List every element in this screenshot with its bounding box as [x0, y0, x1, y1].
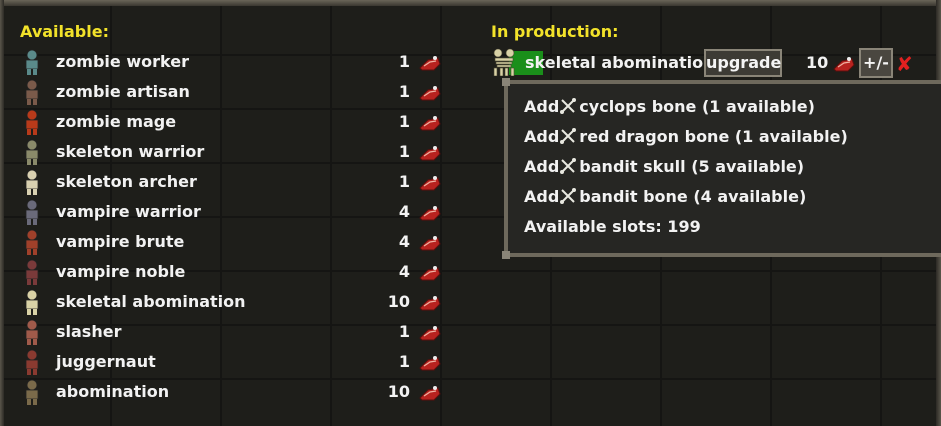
unit-name: zombie worker	[56, 52, 189, 71]
add-prefix: Add	[524, 97, 560, 116]
meat-icon	[419, 56, 441, 71]
add-prefix: Add	[524, 157, 560, 176]
zombie-worker-icon	[25, 49, 39, 75]
unit-cost: 10	[387, 292, 410, 311]
unit-name: vampire warrior	[56, 202, 201, 221]
skeleton-archer-icon	[25, 169, 39, 195]
unit-row[interactable]: skeleton warrior 1	[18, 138, 448, 166]
unit-cost: 1	[398, 322, 410, 341]
unit-cost: 1	[398, 142, 410, 161]
meat-icon	[419, 326, 441, 341]
juggernaut-icon	[25, 349, 39, 375]
meat-icon	[419, 176, 441, 191]
part-label: bandit bone (4 available)	[579, 187, 807, 206]
bone-icon	[560, 158, 577, 174]
meat-icon	[419, 86, 441, 101]
unit-row[interactable]: slasher 1	[18, 318, 448, 346]
vampire-brute-icon	[25, 229, 39, 255]
unit-row[interactable]: zombie mage 1	[18, 108, 448, 136]
remove-icon[interactable]: ✘	[896, 54, 914, 74]
upgrade-popup: Add cyclops bone (1 available) Add red drag…	[502, 78, 941, 259]
available-slots-label: Available slots: 199	[524, 217, 701, 236]
bone-icon	[560, 98, 577, 114]
unit-name: abomination	[56, 382, 170, 401]
production-heading: In production:	[491, 22, 619, 41]
unit-name: skeleton archer	[56, 172, 197, 191]
vampire-warrior-icon	[25, 199, 39, 225]
unit-cost: 1	[398, 112, 410, 131]
unit-name: vampire noble	[56, 262, 186, 281]
skeletal-abomination-icon	[25, 289, 39, 315]
unit-name: zombie artisan	[56, 82, 190, 101]
unit-name: juggernaut	[56, 352, 156, 371]
part-label: cyclops bone (1 available)	[579, 97, 815, 116]
meat-icon	[419, 386, 441, 401]
skeletal-abomination-icon	[493, 48, 515, 76]
meat-icon	[419, 356, 441, 371]
unit-name: slasher	[56, 322, 122, 341]
unit-cost: 4	[398, 202, 410, 221]
zombie-mage-icon	[25, 109, 39, 135]
add-part-option[interactable]: Add bandit bone (4 available)	[524, 187, 806, 206]
meat-icon	[419, 146, 441, 161]
unit-name: vampire brute	[56, 232, 185, 251]
skeleton-warrior-icon	[25, 139, 39, 165]
popup-corner	[502, 78, 510, 86]
meat-icon	[419, 266, 441, 281]
unit-row[interactable]: abomination 10	[18, 378, 448, 406]
meat-icon	[419, 236, 441, 251]
unit-row[interactable]: juggernaut 1	[18, 348, 448, 376]
meat-icon	[833, 57, 855, 72]
popup-corner	[502, 251, 510, 259]
unit-cost: 4	[398, 232, 410, 251]
add-prefix: Add	[524, 127, 560, 146]
bone-icon	[560, 128, 577, 144]
zombie-artisan-icon	[25, 79, 39, 105]
unit-cost: 1	[398, 82, 410, 101]
meat-icon	[419, 206, 441, 221]
slasher-icon	[25, 319, 39, 345]
unit-row[interactable]: vampire warrior 4	[18, 198, 448, 226]
meat-icon	[419, 116, 441, 131]
vampire-noble-icon	[25, 259, 39, 285]
abomination-icon	[25, 379, 39, 405]
unit-name: zombie mage	[56, 112, 177, 131]
add-part-option[interactable]: Add red dragon bone (1 available)	[524, 127, 848, 146]
part-label: bandit skull (5 available)	[579, 157, 805, 176]
unit-cost: 4	[398, 262, 410, 281]
window-frame-top	[0, 0, 941, 6]
adjust-quantity-button[interactable]: +/-	[859, 48, 893, 78]
window-frame-left	[0, 0, 4, 426]
unit-row[interactable]: skeletal abomination 10	[18, 288, 448, 316]
unit-name: skeleton warrior	[56, 142, 205, 161]
unit-row[interactable]: skeleton archer 1	[18, 168, 448, 196]
unit-cost: 1	[398, 52, 410, 71]
production-item: skeletal abomination upgrade 10 +/- ✘	[489, 48, 929, 78]
production-unit-name: skeletal abomination	[525, 53, 715, 72]
bone-icon	[560, 188, 577, 204]
unit-cost: 1	[398, 352, 410, 371]
unit-name: skeletal abomination	[56, 292, 246, 311]
unit-cost: 1	[398, 172, 410, 191]
upgrade-button[interactable]: upgrade	[704, 49, 782, 77]
unit-cost: 10	[387, 382, 410, 401]
unit-row[interactable]: vampire noble 4	[18, 258, 448, 286]
add-part-option[interactable]: Add bandit skull (5 available)	[524, 157, 804, 176]
available-heading: Available:	[20, 22, 109, 41]
unit-row[interactable]: vampire brute 4	[18, 228, 448, 256]
unit-row[interactable]: zombie artisan 1	[18, 78, 448, 106]
add-part-option[interactable]: Add cyclops bone (1 available)	[524, 97, 815, 116]
add-prefix: Add	[524, 187, 560, 206]
unit-row[interactable]: zombie worker 1	[18, 48, 448, 76]
part-label: red dragon bone (1 available)	[579, 127, 848, 146]
production-count: 10	[806, 53, 829, 72]
meat-icon	[419, 296, 441, 311]
